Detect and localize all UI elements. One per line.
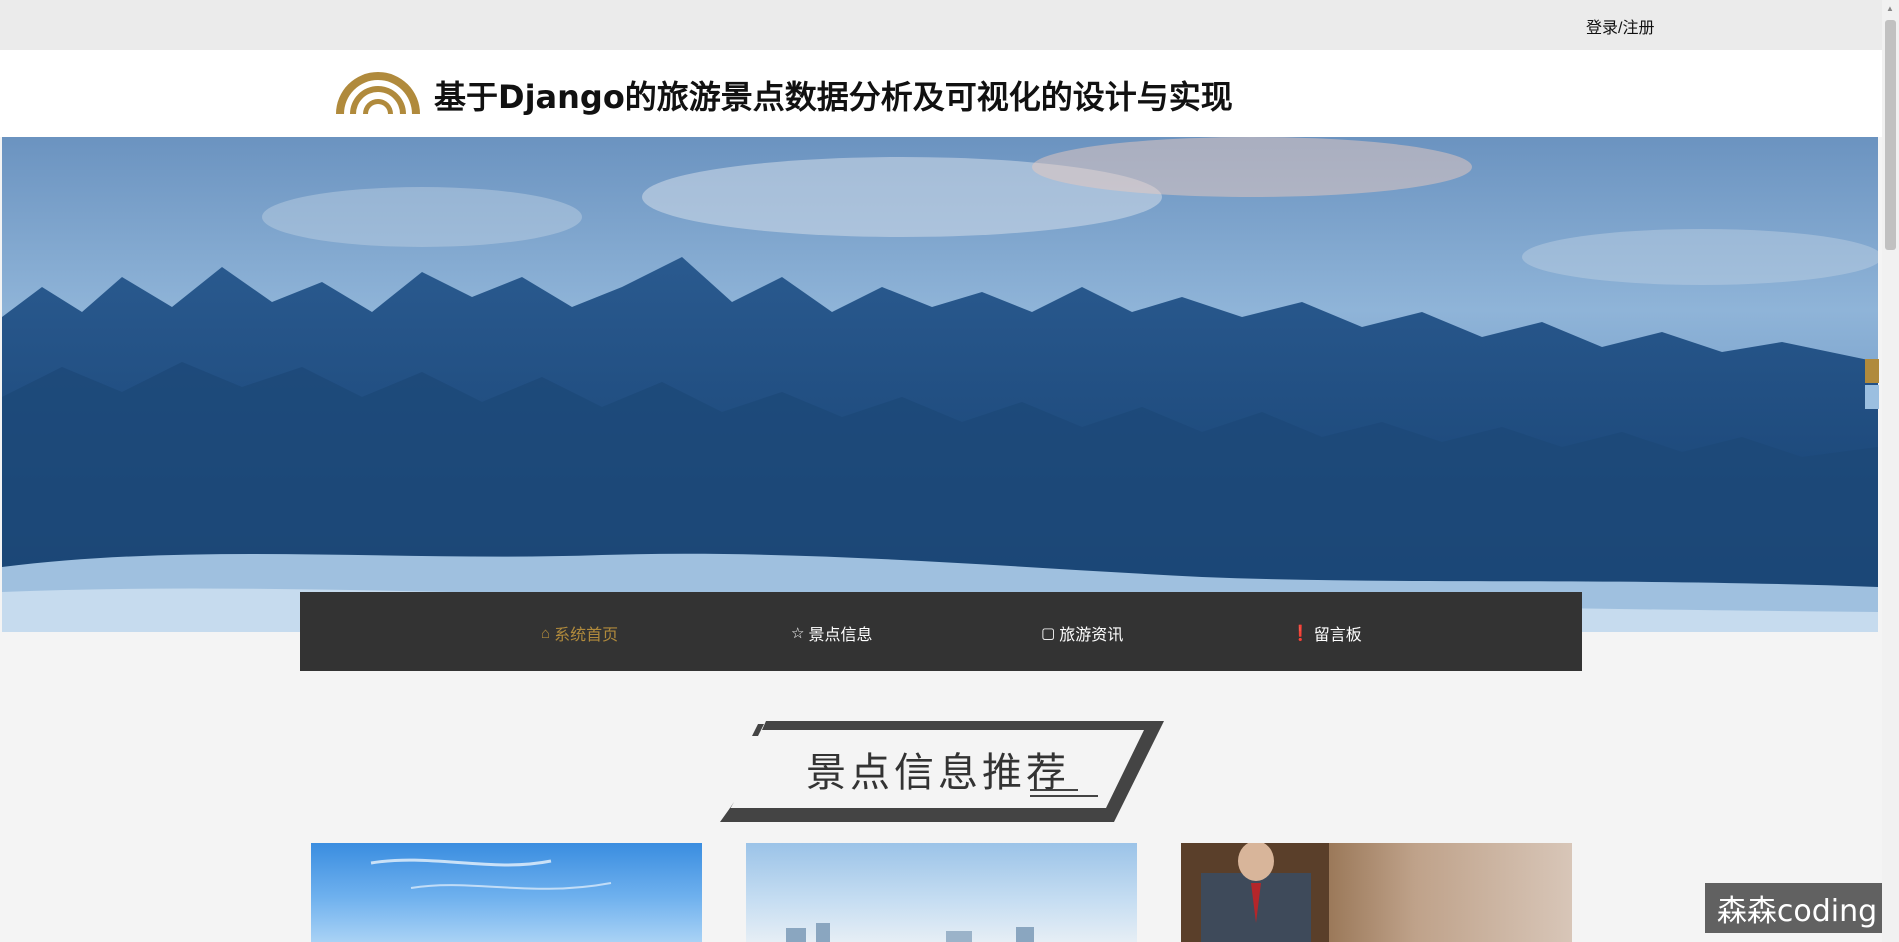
- home-icon: ⌂: [541, 624, 551, 642]
- slider-dot-2[interactable]: [1865, 385, 1879, 409]
- section-title: 景点信息推荐: [806, 750, 1070, 796]
- site-title: 基于Django的旅游景点数据分析及可视化的设计与实现: [434, 78, 1233, 116]
- site-logo-icon[interactable]: [334, 64, 422, 116]
- nav-item-label: 留言板: [1313, 627, 1362, 644]
- nav-item-message-board[interactable]: ❗ 留言板: [1291, 621, 1362, 645]
- nav-item-home[interactable]: ⌂ 系统首页: [541, 621, 618, 645]
- watermark: 森森coding: [1705, 883, 1889, 933]
- bag-icon: ▢: [1041, 624, 1056, 642]
- attraction-card-image: [786, 923, 1034, 942]
- star-icon: ☆: [791, 624, 805, 642]
- nav-item-news[interactable]: ▢ 旅游资讯: [1041, 621, 1123, 645]
- site-header: 基于Django的旅游景点数据分析及可视化的设计与实现: [0, 50, 1882, 137]
- scroll-up-icon[interactable]: ▲: [1886, 4, 1894, 13]
- attraction-card[interactable]: [746, 843, 1137, 942]
- nav-item-label: 系统首页: [554, 627, 619, 644]
- nav-item-attractions[interactable]: ☆ 景点信息: [791, 621, 872, 645]
- nav-item-label: 旅游资讯: [1059, 627, 1124, 644]
- main-navbar: ⌂ 系统首页 ☆ 景点信息 ▢ 旅游资讯 ❗ 留言板: [300, 592, 1582, 671]
- slider-dot-1[interactable]: [1865, 359, 1879, 383]
- scrollbar-thumb[interactable]: [1885, 20, 1896, 250]
- alert-circle-icon: ❗: [1291, 624, 1310, 642]
- page-scrollbar[interactable]: ▲: [1882, 0, 1899, 942]
- attraction-card-image: [1181, 843, 1329, 942]
- login-register-link[interactable]: 登录/注册: [1586, 14, 1654, 38]
- attraction-card-image: [370, 858, 612, 890]
- top-bar: 登录/注册: [0, 0, 1882, 50]
- attraction-card[interactable]: [1181, 843, 1572, 942]
- hero-banner-image: [2, 137, 1878, 632]
- attraction-card[interactable]: [311, 843, 702, 942]
- section-heading: 景点信息推荐: [718, 718, 1166, 826]
- nav-item-label: 景点信息: [808, 627, 873, 644]
